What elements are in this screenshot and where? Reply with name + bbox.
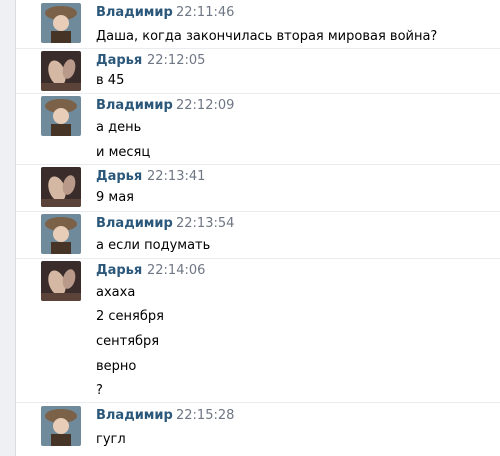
vladimir-avatar[interactable]: [41, 96, 81, 136]
author-name[interactable]: Дарья: [96, 53, 142, 68]
message-text: в 45: [96, 73, 125, 88]
message-time: 22:12:09: [176, 98, 235, 113]
message-time: 22:12:05: [147, 53, 206, 68]
message-separator: [16, 48, 500, 49]
darya-avatar[interactable]: [41, 51, 81, 91]
message-separator: [16, 164, 500, 165]
author-name[interactable]: Дарья: [96, 263, 142, 278]
message-time: 22:13:41: [147, 169, 206, 184]
vladimir-avatar[interactable]: [41, 406, 81, 446]
message-text: ахаха: [96, 285, 136, 300]
message-separator: [16, 93, 500, 94]
message-time: 22:15:28: [176, 408, 235, 423]
author-name[interactable]: Владимир: [96, 5, 173, 20]
author-name[interactable]: Владимир: [96, 216, 173, 231]
message-text: а если подумать: [96, 238, 211, 253]
message-text: гугл: [96, 432, 126, 447]
message-text: ?: [96, 383, 103, 398]
darya-avatar[interactable]: [41, 261, 81, 301]
message-separator: [16, 258, 500, 259]
vladimir-avatar[interactable]: [41, 214, 81, 254]
author-name[interactable]: Владимир: [96, 98, 173, 113]
message-time: 22:14:06: [147, 263, 206, 278]
author-name[interactable]: Владимир: [96, 408, 173, 423]
message-time: 22:11:46: [176, 5, 235, 20]
message-text: 9 мая: [96, 190, 134, 205]
message-text: верно: [96, 359, 137, 374]
vladimir-avatar[interactable]: [41, 3, 81, 43]
message-text: сентября: [96, 334, 160, 349]
message-text: 2 сенября: [96, 309, 164, 324]
message-text: Даша, когда закончилась вторая мировая в…: [96, 29, 438, 44]
message-separator: [16, 402, 500, 403]
chat-log: Владимир 22:11:46 Даша, когда закончилас…: [0, 0, 500, 456]
author-name[interactable]: Дарья: [96, 169, 142, 184]
darya-avatar[interactable]: [41, 167, 81, 207]
message-time: 22:13:54: [176, 216, 235, 231]
message-separator: [16, 211, 500, 212]
message-text: а день: [96, 120, 142, 135]
message-text: и месяц: [96, 145, 151, 160]
